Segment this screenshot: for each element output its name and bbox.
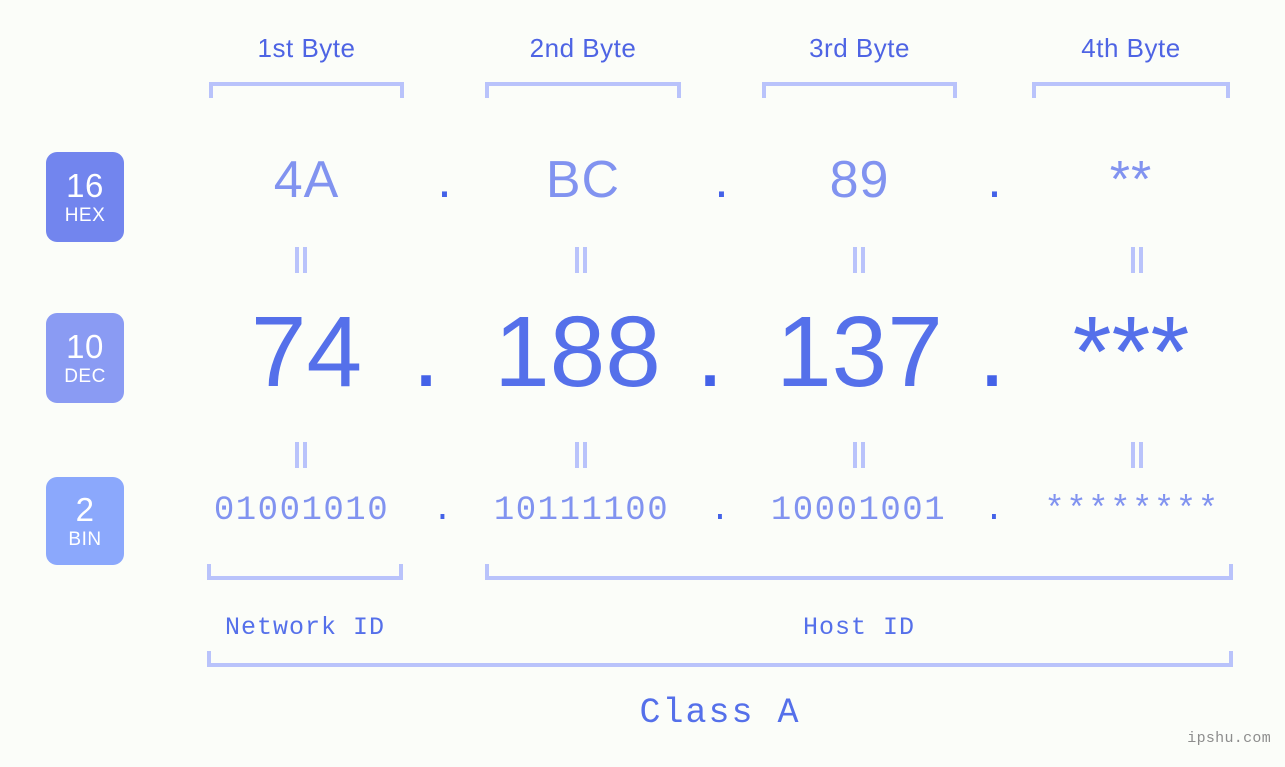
- dec-byte-4: ***: [1072, 296, 1190, 408]
- class-label: Class A: [639, 693, 801, 733]
- byte-header-3: 3rd Byte: [809, 33, 910, 63]
- radix-badge-hex: 16 HEX: [46, 152, 124, 242]
- radix-badge-dec: 10 DEC: [46, 313, 124, 403]
- dec-byte-2: 188: [494, 296, 661, 408]
- equals-mark-dec-bin-2: [573, 442, 589, 468]
- bin-separator-1: .: [432, 492, 453, 530]
- equals-mark-hex-dec-4: [1129, 247, 1145, 273]
- network-id-label: Network ID: [224, 613, 386, 642]
- hex-separator-1: .: [437, 151, 452, 209]
- hex-separator-2: .: [714, 151, 729, 209]
- watermark: ipshu.com: [1187, 730, 1271, 747]
- bin-byte-4: ********: [1044, 492, 1220, 530]
- hex-byte-2: BC: [545, 151, 621, 209]
- bin-byte-3: 10001001: [770, 492, 947, 530]
- network-id-bracket: [207, 564, 403, 580]
- equals-mark-hex-dec-2: [573, 247, 589, 273]
- byte-header-2: 2nd Byte: [529, 33, 637, 63]
- host-id-label: Host ID: [802, 613, 916, 642]
- radix-badge-bin-abbr: BIN: [68, 529, 102, 550]
- hex-byte-1: 4A: [273, 151, 340, 209]
- byte-header-4: 4th Byte: [1081, 33, 1181, 63]
- radix-badge-hex-number: 16: [66, 167, 104, 204]
- class-bracket: [207, 651, 1233, 667]
- equals-mark-hex-dec-1: [293, 247, 309, 273]
- byte-bracket-3: [762, 82, 957, 98]
- ip-address-breakdown-diagram: { "colors": { "background": "#fbfdf9", "…: [0, 0, 1285, 767]
- byte-bracket-2: [485, 82, 681, 98]
- dec-separator-3: .: [978, 296, 1006, 408]
- byte-bracket-4: [1032, 82, 1230, 98]
- equals-mark-dec-bin-1: [293, 442, 309, 468]
- equals-mark-hex-dec-3: [851, 247, 867, 273]
- equals-mark-dec-bin-4: [1129, 442, 1145, 468]
- byte-bracket-1: [209, 82, 404, 98]
- dec-separator-2: .: [696, 296, 724, 408]
- equals-mark-dec-bin-3: [851, 442, 867, 468]
- hex-byte-3: 89: [829, 151, 890, 209]
- bin-separator-2: .: [709, 492, 731, 530]
- bin-byte-2: 10111100: [493, 492, 670, 530]
- dec-byte-3: 137: [776, 296, 943, 408]
- radix-badge-dec-abbr: DEC: [64, 366, 106, 387]
- dec-separator-1: .: [412, 296, 440, 408]
- byte-header-1: 1st Byte: [257, 33, 356, 63]
- radix-badge-dec-number: 10: [66, 328, 104, 365]
- bin-byte-1: 01001010: [213, 492, 390, 530]
- host-id-bracket: [485, 564, 1233, 580]
- radix-badge-hex-abbr: HEX: [64, 205, 106, 226]
- hex-separator-3: .: [987, 151, 1002, 209]
- radix-badge-bin-number: 2: [75, 491, 95, 528]
- dec-byte-1: 74: [250, 296, 363, 408]
- hex-byte-4: **: [1109, 151, 1153, 209]
- bin-separator-3: .: [983, 492, 1005, 530]
- radix-badge-bin: 2 BIN: [46, 477, 124, 565]
